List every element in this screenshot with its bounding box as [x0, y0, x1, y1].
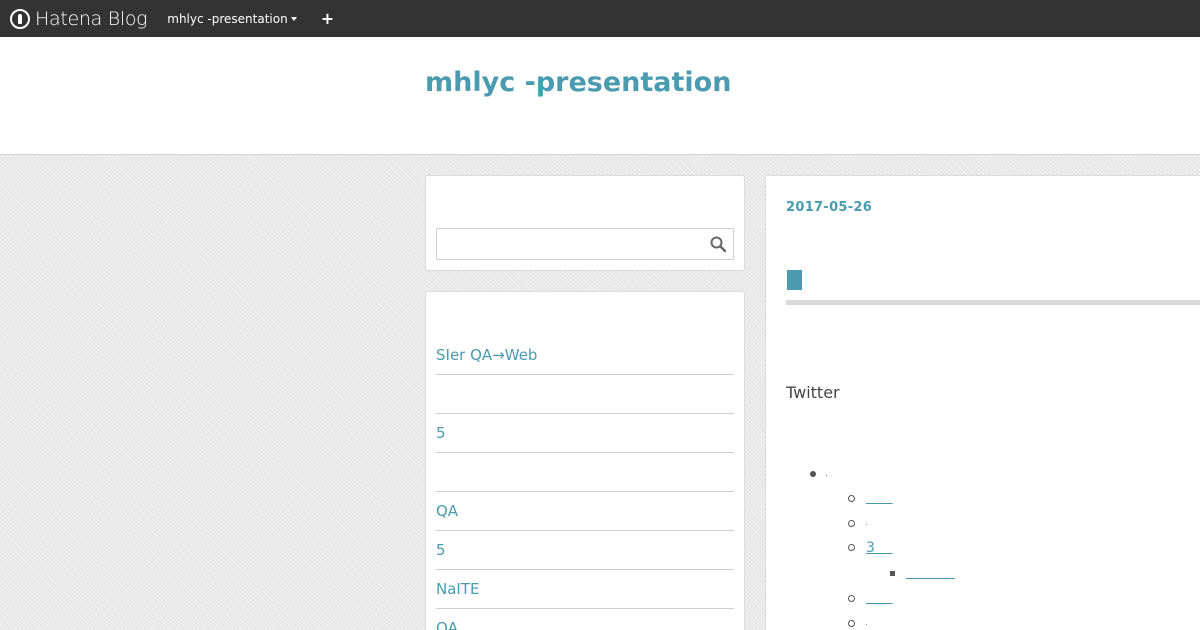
sidebar-link[interactable]: QA — [436, 502, 458, 520]
article-entry: 2017-05-26 Twitter . . 3 . — [765, 175, 1200, 630]
search-input[interactable] — [437, 229, 702, 259]
sidebar-link[interactable]: NaITE — [436, 580, 479, 598]
toc-item-text: . — [865, 618, 868, 628]
toc-bullet — [848, 495, 855, 502]
sidebar-link[interactable]: 5 — [436, 541, 446, 559]
search-icon[interactable] — [709, 235, 727, 253]
toc-link[interactable]: 3 — [866, 540, 893, 556]
sidebar-link[interactable]: QA — [436, 619, 458, 630]
chevron-down-icon — [290, 16, 297, 21]
sidebar-list: SIer QA→Web 5 QA 5 NaITE QA — [436, 336, 734, 630]
blog-switcher-label: mhlyc -presentation — [167, 11, 288, 26]
toc-bullet — [848, 620, 855, 627]
toc-bullet — [848, 595, 855, 602]
blog-switcher-menu[interactable]: mhlyc -presentation — [167, 11, 297, 26]
list-item: SIer QA→Web — [436, 336, 734, 375]
add-entry-button[interactable]: + — [321, 10, 334, 27]
global-header-bar: Hatena Blog mhlyc -presentation + — [0, 0, 1200, 37]
table-of-contents: . . 3 . — [766, 176, 1200, 630]
list-item: QA — [436, 609, 734, 630]
search-box — [436, 228, 734, 260]
toc-link[interactable] — [866, 590, 893, 606]
brand-name: Hatena Blog — [35, 7, 148, 30]
sidebar-list-module: SIer QA→Web 5 QA 5 NaITE QA — [425, 291, 745, 630]
list-item — [436, 375, 734, 414]
hatena-logo-icon — [10, 8, 30, 29]
toc-bullet — [810, 471, 816, 477]
toc-bullet — [890, 571, 895, 576]
list-item: QA — [436, 492, 734, 531]
toc-bullet — [848, 520, 855, 527]
list-item: 5 — [436, 531, 734, 570]
toc-item-text: . — [825, 469, 828, 479]
list-item — [436, 453, 734, 492]
hatena-blog-logo[interactable]: Hatena Blog — [10, 7, 148, 30]
toc-link[interactable] — [866, 490, 893, 506]
blog-title-link[interactable]: mhlyc -presentation — [425, 67, 731, 98]
list-item: 5 — [436, 414, 734, 453]
toc-bullet — [848, 544, 855, 551]
search-module — [425, 175, 745, 271]
blog-header: mhlyc -presentation — [0, 37, 1200, 155]
sidebar-link[interactable]: SIer QA→Web — [436, 346, 537, 364]
list-item: NaITE — [436, 570, 734, 609]
toc-link[interactable] — [906, 565, 955, 581]
toc-item-text: . — [865, 518, 868, 528]
sidebar-link[interactable]: 5 — [436, 424, 446, 442]
